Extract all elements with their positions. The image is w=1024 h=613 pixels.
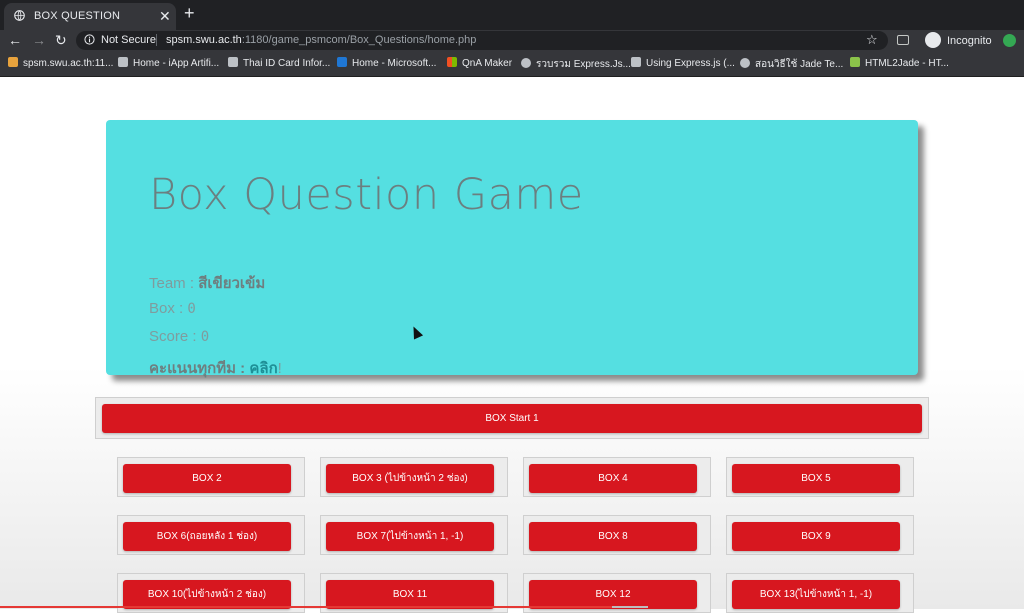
tab-strip: BOX QUESTION ✕ + [0, 0, 1024, 30]
bookmark-favicon-icon [850, 57, 860, 67]
url-text: spsm.swu.ac.th:1180/game_psmcom/Box_Ques… [166, 34, 476, 46]
bookmark-favicon-icon [8, 57, 18, 67]
team-value: สีเขียวเข้ม [198, 275, 266, 292]
box-row: Box : 0 [149, 300, 196, 317]
info-icon[interactable] [84, 34, 95, 45]
bookmark-item[interactable]: Home - Microsoft... [337, 57, 436, 69]
box-button[interactable]: BOX 6(ถอยหลัง 1 ช่อง) [123, 522, 291, 551]
bookmark-item[interactable]: spsm.swu.ac.th:11... [8, 57, 113, 69]
omnibox-divider [156, 34, 157, 46]
bookmark-favicon-icon [118, 57, 128, 67]
team-row: Team : สีเขียวเข้ม [149, 271, 265, 295]
video-progress-bar[interactable] [0, 604, 1024, 609]
new-tab-button[interactable]: + [184, 3, 195, 24]
box-button[interactable]: BOX 8 [529, 522, 697, 551]
forward-button[interactable]: → [32, 32, 46, 48]
extension-icon[interactable] [1003, 34, 1016, 47]
box-button[interactable]: BOX 2 [123, 464, 291, 493]
box-button[interactable]: BOX 3 (ไปข้างหน้า 2 ช่อง) [326, 464, 494, 493]
box-cell: BOX 2 [117, 457, 305, 497]
box-start-button[interactable]: BOX Start 1 [102, 404, 922, 433]
bookmarks-bar: spsm.swu.ac.th:11... Home - iApp Artifi.… [0, 52, 1024, 77]
bookmark-favicon-icon [740, 58, 750, 68]
bookmark-star-icon[interactable]: ☆ [866, 32, 878, 48]
box-cell: BOX 6(ถอยหลัง 1 ช่อง) [117, 515, 305, 555]
bookmark-favicon-icon [521, 58, 531, 68]
bookmark-favicon-icon [337, 57, 347, 67]
incognito-label: Incognito [947, 35, 992, 47]
box-value: 0 [187, 301, 196, 317]
incognito-icon [925, 32, 941, 48]
globe-icon [14, 10, 25, 21]
box-cell: BOX 7(ไปข้างหน้า 1, -1) [320, 515, 508, 555]
page-content: Box Question Game Team : สีเขียวเข้ม Box… [0, 77, 1024, 613]
tab-title: BOX QUESTION [34, 10, 121, 22]
score-value: 0 [200, 329, 210, 345]
score-row: Score : 0 [149, 328, 209, 345]
all-scores-label: คะแนนทุกทีม : [149, 360, 250, 377]
team-label: Team : [149, 275, 199, 292]
bookmark-item[interactable]: Home - iApp Artifi... [118, 57, 219, 69]
box-button[interactable]: BOX 9 [732, 522, 900, 551]
bookmark-item[interactable]: HTML2Jade - HT... [850, 57, 949, 69]
all-scores-row: คะแนนทุกทีม : คลิก! [149, 356, 282, 380]
close-tab-icon[interactable]: ✕ [159, 8, 171, 25]
reload-button[interactable]: ↻ [55, 32, 67, 49]
game-header-card: Box Question Game Team : สีเขียวเข้ม Box… [106, 120, 918, 377]
video-progress-played [0, 606, 615, 608]
bookmark-item[interactable]: Using Express.js (... [631, 57, 735, 69]
score-label: Score : [149, 328, 201, 345]
start-box-container: BOX Start 1 [95, 397, 929, 439]
box-button[interactable]: BOX 5 [732, 464, 900, 493]
box-cell: BOX 8 [523, 515, 711, 555]
box-cell: BOX 3 (ไปข้างหน้า 2 ช่อง) [320, 457, 508, 497]
url-path: :1180/game_psmcom/Box_Questions/home.php [241, 34, 477, 46]
url-host: spsm.swu.ac.th [166, 34, 242, 46]
bookmark-item[interactable]: Thai ID Card Infor... [228, 57, 330, 69]
bookmark-item[interactable]: รวบรวม Express.Js... [521, 57, 631, 72]
box-label: Box : [149, 300, 188, 317]
video-progress-buffer [612, 606, 648, 608]
box-cell: BOX 4 [523, 457, 711, 497]
bookmark-favicon-icon [631, 57, 641, 67]
cast-icon[interactable] [897, 35, 909, 45]
page-title: Box Question Game [149, 170, 584, 220]
box-button[interactable]: BOX 7(ไปข้างหน้า 1, -1) [326, 522, 494, 551]
address-bar[interactable]: Not Secure spsm.swu.ac.th:1180/game_psmc… [76, 31, 888, 50]
all-scores-suffix: ! [277, 360, 282, 377]
all-scores-link[interactable]: คลิก [249, 360, 277, 377]
browser-toolbar: ← → ↻ Not Secure spsm.swu.ac.th:1180/gam… [0, 30, 1024, 52]
box-button[interactable]: BOX 4 [529, 464, 697, 493]
box-cell: BOX 5 [726, 457, 914, 497]
security-label: Not Secure [101, 34, 157, 46]
bookmark-favicon-icon [228, 57, 238, 67]
back-button[interactable]: ← [8, 32, 22, 48]
bookmark-favicon-icon [447, 57, 457, 67]
browser-tab[interactable]: BOX QUESTION ✕ [4, 3, 176, 30]
bookmark-item[interactable]: QnA Maker [447, 57, 512, 69]
box-cell: BOX 9 [726, 515, 914, 555]
bookmark-item[interactable]: สอนวิธีใช้ Jade Te... [740, 57, 843, 72]
